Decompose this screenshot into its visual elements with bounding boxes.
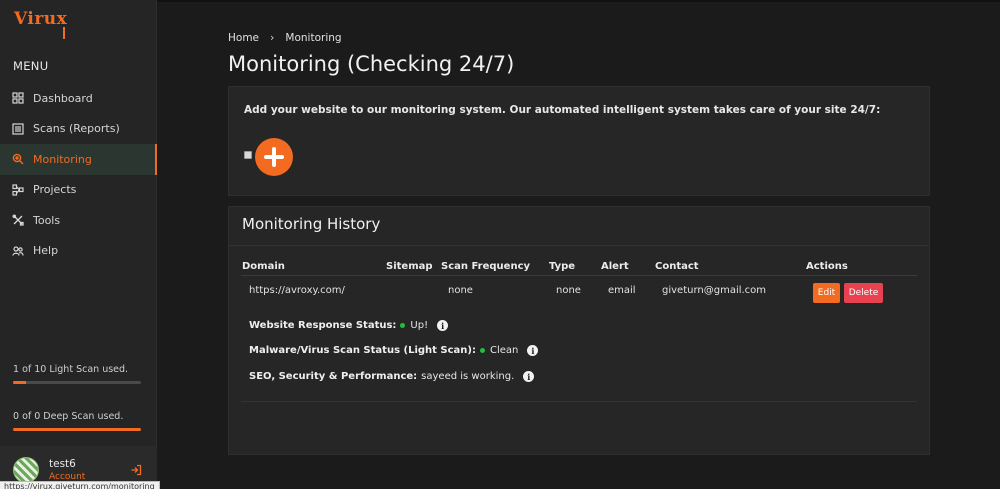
column-header-scan-frequency: Scan Frequency bbox=[441, 261, 531, 272]
status-value: Clean bbox=[489, 345, 519, 356]
info-icon[interactable]: i bbox=[527, 345, 539, 356]
sidebar-item-label: Dashboard bbox=[33, 91, 93, 105]
breadcrumb: Home › Monitoring bbox=[228, 31, 342, 44]
logout-icon[interactable] bbox=[130, 464, 142, 476]
website-response-status: Website Response Status: Up! i bbox=[249, 320, 449, 331]
sidebar-item-dashboard[interactable]: Dashboard bbox=[0, 83, 157, 114]
divider bbox=[229, 245, 929, 246]
status-dot bbox=[479, 348, 485, 353]
status-label: Malware/Virus Scan Status (Light Scan): bbox=[249, 345, 476, 356]
top-strip bbox=[157, 0, 1000, 2]
add-website-button[interactable] bbox=[255, 138, 293, 176]
sidebar: Virux MENU Dashboard Scans (Reports) Mon… bbox=[0, 0, 157, 489]
tools-icon bbox=[12, 214, 24, 226]
malware-scan-status: Malware/Virus Scan Status (Light Scan): … bbox=[249, 345, 539, 356]
seo-security-performance-status: SEO, Security & Performance: sayeed is w… bbox=[249, 371, 535, 382]
add-website-card: Add your website to our monitoring syste… bbox=[228, 86, 930, 196]
status-bar-url: https://virux.giveturn.com/monitoring bbox=[0, 481, 160, 489]
light-scan-progress-fill bbox=[13, 381, 26, 384]
page-title: Monitoring (Checking 24/7) bbox=[228, 52, 515, 76]
cell-domain[interactable]: https://avroxy.com/ bbox=[249, 285, 345, 296]
table-header-divider bbox=[241, 275, 917, 276]
status-dot bbox=[400, 323, 406, 328]
avatar[interactable] bbox=[13, 457, 39, 483]
status-label: Website Response Status: bbox=[249, 320, 397, 331]
sidebar-nav: Dashboard Scans (Reports) Monitoring Pro… bbox=[0, 83, 157, 266]
deep-scan-progress bbox=[13, 428, 141, 431]
sidebar-item-label: Projects bbox=[33, 183, 77, 197]
delete-button[interactable]: Delete bbox=[844, 283, 883, 303]
grid-icon bbox=[12, 92, 24, 104]
help-people-icon bbox=[12, 246, 24, 256]
column-header-type: Type bbox=[549, 261, 576, 272]
light-scan-usage-label: 1 of 10 Light Scan used. bbox=[13, 364, 129, 375]
projects-icon bbox=[12, 184, 24, 196]
edit-button[interactable]: Edit bbox=[813, 283, 840, 303]
user-name: test6 bbox=[49, 458, 76, 470]
cell-type: none bbox=[556, 285, 581, 296]
monitor-search-icon bbox=[12, 153, 24, 165]
sidebar-item-tools[interactable]: Tools bbox=[0, 205, 157, 236]
sidebar-item-label: Help bbox=[33, 244, 59, 258]
column-header-alert: Alert bbox=[601, 261, 629, 272]
chevron-right-icon: › bbox=[270, 31, 275, 44]
cell-alert: email bbox=[608, 285, 636, 296]
sidebar-item-projects[interactable]: Projects bbox=[0, 175, 157, 206]
status-label: SEO, Security & Performance: bbox=[249, 371, 418, 382]
column-header-contact: Contact bbox=[655, 261, 699, 272]
monitoring-history-title: Monitoring History bbox=[242, 215, 381, 233]
status-value: Up! bbox=[410, 320, 429, 331]
app: Virux MENU Dashboard Scans (Reports) Mon… bbox=[0, 0, 1000, 489]
deep-scan-usage: 0 of 0 Deep Scan used. bbox=[13, 411, 141, 431]
column-header-sitemap: Sitemap bbox=[386, 261, 433, 272]
sidebar-item-label: Tools bbox=[33, 213, 61, 227]
sidebar-item-scans[interactable]: Scans (Reports) bbox=[0, 114, 157, 145]
column-header-domain: Domain bbox=[242, 261, 285, 272]
sidebar-item-help[interactable]: Help bbox=[0, 236, 157, 267]
light-scan-usage: 1 of 10 Light Scan used. bbox=[13, 364, 141, 384]
divider bbox=[241, 401, 917, 402]
add-website-checkbox[interactable] bbox=[244, 151, 252, 159]
info-icon[interactable]: i bbox=[523, 371, 535, 382]
cell-frequency: none bbox=[448, 285, 473, 296]
logo-text: Virux bbox=[14, 9, 68, 29]
logo[interactable]: Virux bbox=[14, 9, 68, 39]
deep-scan-progress-fill bbox=[13, 428, 141, 431]
column-header-actions: Actions bbox=[806, 261, 848, 272]
info-icon[interactable]: i bbox=[437, 320, 449, 331]
sidebar-item-label: Monitoring bbox=[33, 152, 92, 166]
cell-contact: giveturn@gmail.com bbox=[662, 285, 767, 296]
sidebar-item-monitoring[interactable]: Monitoring bbox=[0, 144, 157, 175]
breadcrumb-current: Monitoring bbox=[285, 31, 342, 44]
add-website-description: Add your website to our monitoring syste… bbox=[244, 104, 881, 116]
deep-scan-usage-label: 0 of 0 Deep Scan used. bbox=[13, 411, 124, 422]
logo-mark bbox=[63, 27, 65, 39]
monitoring-history-card: Monitoring History Domain Sitemap Scan F… bbox=[228, 206, 930, 455]
list-icon bbox=[12, 123, 24, 135]
sidebar-item-label: Scans (Reports) bbox=[33, 122, 120, 136]
breadcrumb-home[interactable]: Home bbox=[228, 32, 259, 44]
light-scan-progress bbox=[13, 381, 141, 384]
status-value: sayeed is working. bbox=[421, 371, 515, 382]
menu-title: MENU bbox=[13, 59, 49, 73]
